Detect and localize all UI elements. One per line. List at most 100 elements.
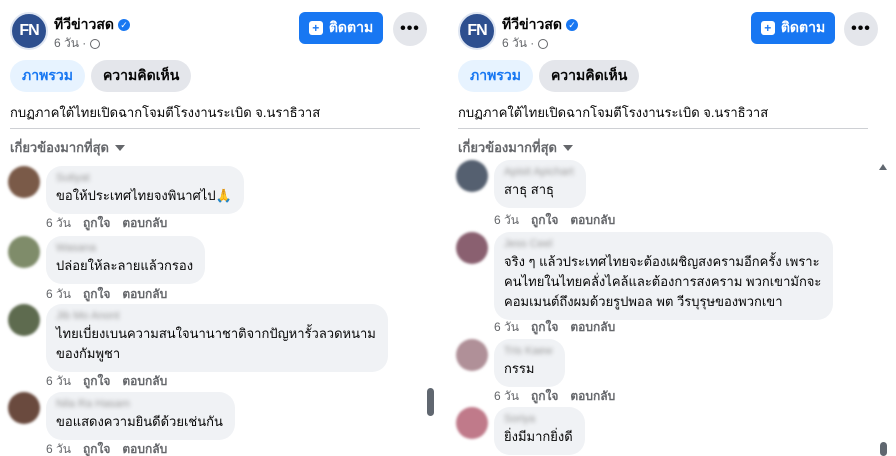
comment-bubble: Wasana ปล่อยให้ละลายแล้วกรอง	[46, 236, 206, 284]
more-options-button[interactable]: •••	[844, 12, 878, 46]
tab-overview[interactable]: ภาพรวม	[458, 60, 533, 92]
like-button[interactable]: ถูกใจ	[83, 440, 110, 456]
comment-author[interactable]: Nila Ra Hasam	[56, 398, 223, 412]
post-time[interactable]: 6 วัน ·	[54, 34, 86, 53]
left-panel: FN ทีวีข่าวสด ✓ 6 วัน · + ติดตาม ••• ภาพ…	[0, 0, 448, 456]
page-name-text[interactable]: ทีวีข่าวสด	[54, 14, 114, 36]
comment-text: ไทยเบี่ยงเบนความสนใจนานาชาติจากปัญหารั้ว…	[56, 326, 376, 341]
chevron-down-icon	[562, 144, 573, 151]
right-panel: FN ทีวีข่าวสด ✓ 6 วัน · + ติดตาม ••• ภาพ…	[448, 0, 896, 456]
tabs: ภาพรวม ความคิดเห็น	[458, 60, 640, 92]
avatar[interactable]	[8, 166, 40, 198]
reply-button[interactable]: ตอบกลับ	[122, 372, 167, 391]
globe-icon	[538, 38, 549, 49]
follow-label: ติดตาม	[328, 19, 374, 35]
page-name[interactable]: ทีวีข่าวสด ✓	[54, 14, 131, 36]
like-button[interactable]: ถูกใจ	[83, 372, 110, 391]
reply-button[interactable]: ตอบกลับ	[122, 440, 167, 456]
divider	[458, 128, 868, 129]
reply-button[interactable]: ตอบกลับ	[122, 214, 167, 233]
tab-overview[interactable]: ภาพรวม	[10, 60, 85, 92]
comment-author[interactable]: Tris Kaew	[504, 345, 553, 359]
sort-dropdown[interactable]: เกี่ยวข้องมากที่สุด	[458, 137, 573, 158]
like-button[interactable]: ถูกใจ	[83, 214, 110, 233]
post-header: FN ทีวีข่าวสด ✓ 6 วัน · + ติดตาม •••	[10, 12, 430, 52]
comment-author[interactable]: Wasana	[56, 242, 193, 256]
comment-actions: 6 วัน ถูกใจ ตอบกลับ	[494, 387, 615, 406]
avatar[interactable]	[8, 236, 40, 268]
comment-author[interactable]: Jess Ceel	[504, 238, 821, 252]
comment-actions: 6 วัน ถูกใจ ตอบกลับ	[46, 440, 167, 456]
comment-author[interactable]: Jib Mo Anont	[56, 310, 376, 324]
tab-comments[interactable]: ความคิดเห็น	[90, 60, 192, 92]
comment-time[interactable]: 6 วัน	[46, 372, 71, 391]
sort-dropdown[interactable]: เกี่ยวข้องมากที่สุด	[10, 137, 125, 158]
comment-author[interactable]: Sutiyat	[56, 172, 232, 186]
reply-button[interactable]: ตอบกลับ	[570, 387, 615, 406]
comment-bubble: Tris Kaew กรรม	[494, 339, 565, 387]
like-button[interactable]: ถูกใจ	[531, 211, 558, 230]
tab-comments[interactable]: ความคิดเห็น	[538, 60, 640, 92]
page-logo[interactable]: FN	[458, 12, 496, 50]
comment-time[interactable]: 6 วัน	[46, 440, 71, 456]
reply-button[interactable]: ตอบกลับ	[570, 211, 615, 230]
post-time[interactable]: 6 วัน ·	[502, 34, 534, 53]
avatar[interactable]	[456, 407, 488, 439]
avatar[interactable]	[8, 304, 40, 336]
follow-button[interactable]: + ติดตาม	[299, 12, 383, 44]
verified-badge-icon: ✓	[118, 19, 131, 31]
reply-button[interactable]: ตอบกลับ	[570, 318, 615, 337]
comment-time[interactable]: 6 วัน	[494, 387, 519, 406]
comment-text: ขอแสดงความยินดีด้วยเช่นกัน	[56, 414, 223, 429]
comment-text: คนไทยในไทยคลั่งไคล้และต้องการสงคราม พวกเ…	[504, 274, 822, 289]
follow-label: ติดตาม	[780, 19, 826, 35]
like-button[interactable]: ถูกใจ	[531, 387, 558, 406]
avatar[interactable]	[456, 160, 488, 192]
scrollbar-thumb[interactable]	[427, 388, 434, 416]
comment-author[interactable]: Soriya	[504, 413, 573, 427]
comment-bubble: Apisit Apichart สาธุ สาธุ	[494, 160, 586, 208]
comment-text: จริง ๆ แล้วประเทศไทยจะต้องเผชิญสงครามอีก…	[504, 254, 820, 269]
scrollbar-thumb[interactable]	[880, 442, 887, 456]
comment-actions: 6 วัน ถูกใจ ตอบกลับ	[494, 211, 615, 230]
like-button[interactable]: ถูกใจ	[531, 318, 558, 337]
comment-actions: 6 วัน ถูกใจ ตอบกลับ	[46, 372, 167, 391]
follow-button[interactable]: + ติดตาม	[751, 12, 835, 44]
verified-badge-icon: ✓	[566, 19, 579, 31]
comment-bubble: Sutiyat ขอให้ประเทศไทยจงพินาศไป🙏	[46, 166, 244, 214]
comment-author[interactable]: Apisit Apichart	[504, 166, 574, 180]
avatar[interactable]	[456, 232, 488, 264]
comment-text: ปล่อยให้ละลายแล้วกรอง	[56, 258, 194, 273]
like-button[interactable]: ถูกใจ	[83, 285, 110, 304]
comment-actions: 6 วัน ถูกใจ ตอบกลับ	[46, 285, 167, 304]
chevron-down-icon	[114, 144, 125, 151]
reply-button[interactable]: ตอบกลับ	[122, 285, 167, 304]
more-options-button[interactable]: •••	[393, 12, 427, 46]
comment-time[interactable]: 6 วัน	[46, 285, 71, 304]
post-header: FN ทีวีข่าวสด ✓ 6 วัน · + ติดตาม •••	[458, 12, 878, 52]
follow-icon: +	[308, 21, 323, 35]
globe-icon	[90, 38, 101, 49]
post-caption: กบฏภาคใต้ไทยเปิดฉากโจมตีโรงงานระเบิด จ.น…	[10, 105, 321, 120]
scroll-up-arrow-icon[interactable]	[879, 164, 887, 170]
page-logo[interactable]: FN	[10, 12, 48, 50]
comment-time[interactable]: 6 วัน	[494, 318, 519, 337]
post-meta: 6 วัน ·	[54, 34, 101, 53]
comment-text: กรรม	[504, 361, 535, 376]
page-name-text[interactable]: ทีวีข่าวสด	[502, 14, 562, 36]
page-name[interactable]: ทีวีข่าวสด ✓	[502, 14, 579, 36]
comment-text: ของกัมพูชา	[56, 346, 121, 361]
comment-time[interactable]: 6 วัน	[46, 214, 71, 233]
follow-icon: +	[760, 21, 775, 35]
avatar[interactable]	[456, 339, 488, 371]
post-caption: กบฏภาคใต้ไทยเปิดฉากโจมตีโรงงานระเบิด จ.น…	[458, 105, 769, 120]
post-meta: 6 วัน ·	[502, 34, 549, 53]
comment-text: ขอให้ประเทศไทยจงพินาศไป🙏	[56, 188, 232, 203]
comment-bubble: Jib Mo Anont ไทยเบี่ยงเบนความสนใจนานาชาต…	[46, 304, 388, 372]
comment-text: คอมเมนต์ถึงผมด้วยรูปพอล พต วีรบุรุษของพว…	[504, 294, 783, 309]
comment-text: ยิ่งมีมากยิ่งดี	[504, 429, 573, 444]
comment-time[interactable]: 6 วัน	[494, 211, 519, 230]
comment-actions: 6 วัน ถูกใจ ตอบกลับ	[494, 318, 615, 337]
comment-actions: 6 วัน ถูกใจ ตอบกลับ	[46, 214, 167, 233]
avatar[interactable]	[8, 392, 40, 424]
